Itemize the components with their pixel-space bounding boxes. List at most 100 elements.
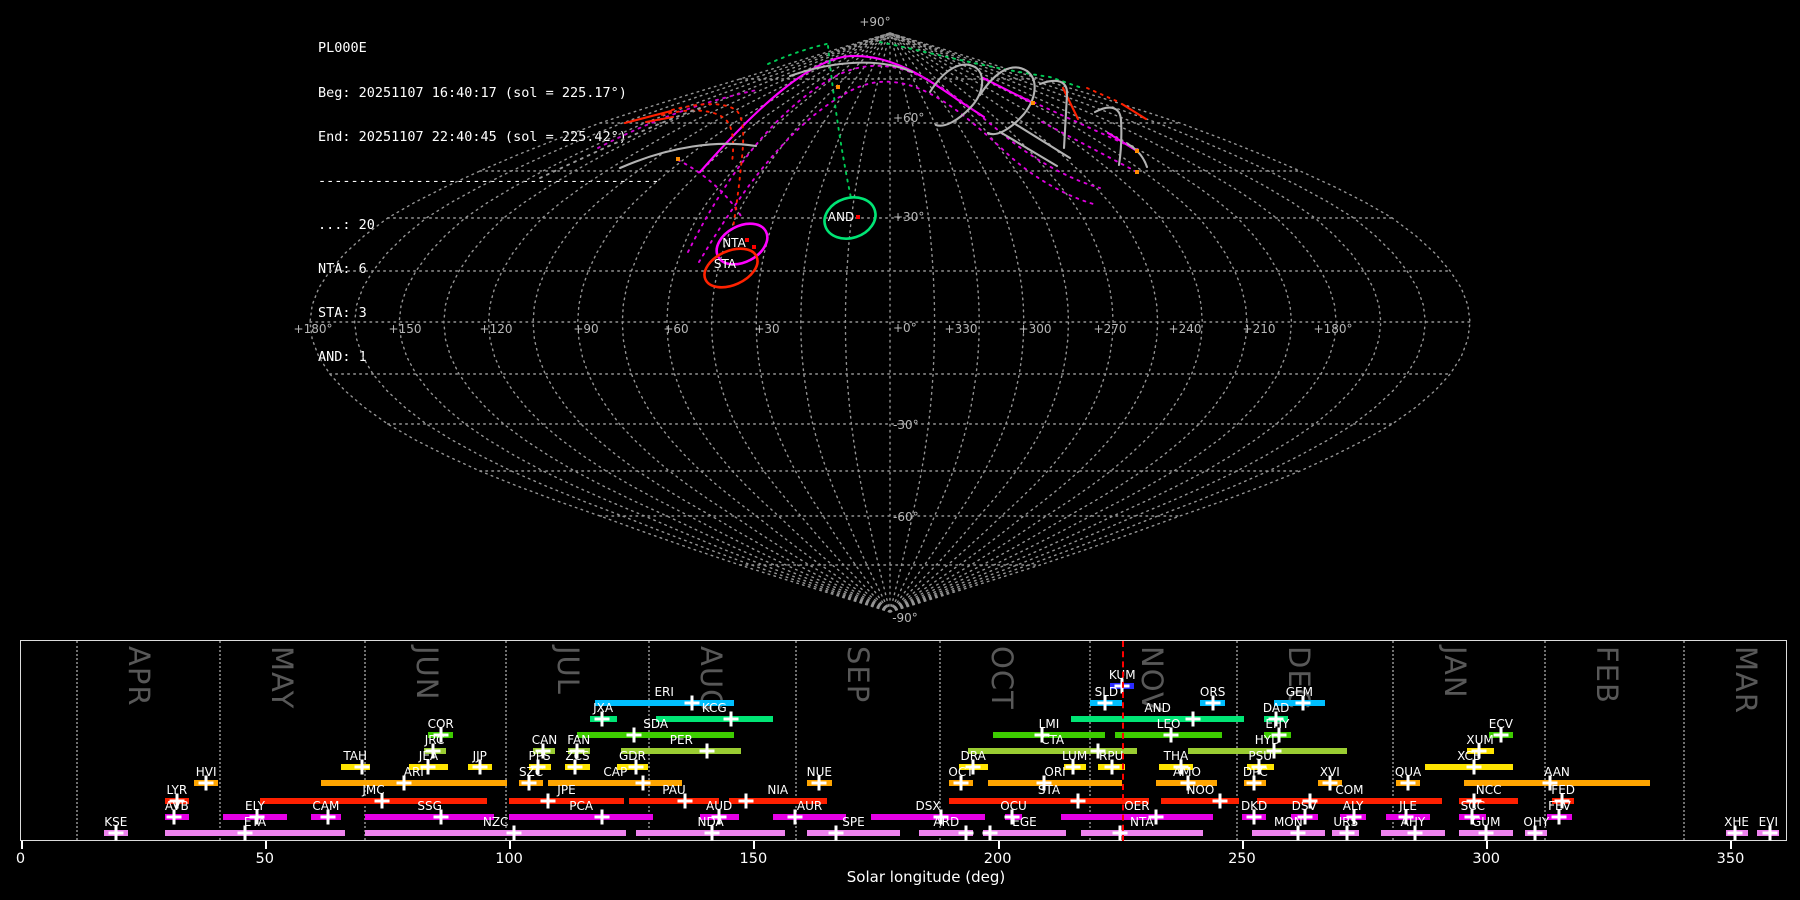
shower-label-PCA: PCA bbox=[569, 799, 594, 813]
shower-bar-SSG bbox=[364, 814, 495, 820]
drift-track bbox=[677, 159, 742, 217]
shower-peak-marker bbox=[626, 727, 642, 743]
longitude-label: +60 bbox=[663, 322, 688, 336]
latitude-label: +60° bbox=[893, 111, 924, 125]
month-gridline bbox=[75, 641, 78, 840]
longitude-label: +240 bbox=[1169, 322, 1202, 336]
axis-tick-label: 200 bbox=[983, 851, 1012, 867]
shower-label-LYR: LYR bbox=[166, 783, 188, 797]
shower-peak-marker bbox=[1185, 711, 1201, 727]
shower-peak-marker bbox=[506, 825, 522, 841]
shower-peak-marker bbox=[982, 825, 998, 841]
shower-label-LEO: LEO bbox=[1156, 717, 1181, 731]
longitude-label: +300 bbox=[1019, 322, 1052, 336]
shower-label-XCB: XCB bbox=[1457, 749, 1482, 763]
track-endpoint bbox=[836, 85, 840, 89]
shower-bar-AUR bbox=[772, 814, 847, 820]
shower-label-DPC: DPC bbox=[1242, 765, 1268, 779]
month-gridline bbox=[1392, 641, 1395, 840]
drift-track bbox=[698, 80, 1098, 263]
drift-track bbox=[767, 42, 832, 65]
shower-label-SDA: SDA bbox=[643, 717, 669, 731]
month-gridline bbox=[1544, 641, 1547, 840]
shower-peak-marker bbox=[594, 809, 610, 825]
shower-label-NZC: NZC bbox=[482, 815, 509, 829]
shower-label-JRC: JRC bbox=[424, 733, 445, 747]
axis-tick bbox=[264, 841, 267, 849]
longitude-label: +150 bbox=[389, 322, 422, 336]
shower-label-NTA: NTA bbox=[1129, 815, 1154, 829]
shower-label-JEA: JEA bbox=[418, 749, 439, 763]
shower-label-FED: FED bbox=[1551, 783, 1576, 797]
shower-label-PER: PER bbox=[669, 733, 693, 747]
shower-label-XVI: XVI bbox=[1319, 765, 1340, 779]
map-meridian bbox=[576, 32, 891, 613]
shower-bar-ARI bbox=[320, 780, 507, 786]
shower-label-ORS: ORS bbox=[1199, 685, 1226, 699]
shower-label-DAD: DAD bbox=[1262, 701, 1290, 715]
longitude-label: +180° bbox=[294, 322, 333, 336]
shower-label-NIA: NIA bbox=[767, 783, 789, 797]
shower-label-ECV: ECV bbox=[1488, 717, 1513, 731]
shower-peak-marker bbox=[1070, 793, 1086, 809]
shower-label-SCC: SCC bbox=[1460, 799, 1485, 813]
month-label: JUL bbox=[550, 646, 585, 695]
shower-label-KSE: KSE bbox=[104, 815, 128, 829]
shower-label-XHE: XHE bbox=[1724, 815, 1750, 829]
shower-label-MON: MON bbox=[1273, 815, 1303, 829]
shower-label-CAN: CAN bbox=[531, 733, 558, 747]
shower-label-LUM: LUM bbox=[1061, 749, 1088, 763]
shower-peak-marker bbox=[540, 793, 556, 809]
axis-tick-label: 250 bbox=[1228, 851, 1256, 867]
current-sol-line bbox=[1121, 641, 1124, 841]
shower-peak-marker bbox=[635, 775, 651, 791]
longitude-label: +180° bbox=[1314, 322, 1353, 336]
shower-label-AND: AND bbox=[1144, 701, 1171, 715]
shower-label-JMC: JMC bbox=[362, 783, 385, 797]
drift-track bbox=[998, 130, 1059, 168]
shower-bar-JPE bbox=[509, 798, 624, 804]
shower-label-KCG: KCG bbox=[701, 701, 727, 715]
axis-tick-label: 300 bbox=[1472, 851, 1501, 867]
shower-label-COM: COM bbox=[1335, 783, 1364, 797]
month-label: SEP bbox=[841, 646, 876, 704]
shower-label-DRA: DRA bbox=[960, 749, 986, 763]
longitude-label: +270 bbox=[1094, 322, 1127, 336]
axis-tick-label: 150 bbox=[739, 851, 768, 867]
shower-peak-marker bbox=[699, 743, 715, 759]
shower-bar-DSX bbox=[870, 814, 986, 820]
shower-label-RPU: RPU bbox=[1099, 749, 1124, 763]
shower-bar-PCA bbox=[509, 814, 654, 820]
axis-tick bbox=[1730, 841, 1733, 849]
axis-tick bbox=[1486, 841, 1489, 849]
month-gridline bbox=[1682, 641, 1685, 840]
longitude-label: +210 bbox=[1243, 322, 1276, 336]
shower-peak-marker bbox=[684, 695, 700, 711]
month-label: MAY bbox=[264, 646, 299, 710]
shower-label-DKD: DKD bbox=[1240, 799, 1268, 813]
shower-bar-ETA bbox=[164, 830, 346, 836]
shower-bar-NTA bbox=[1080, 830, 1203, 836]
month-gridline bbox=[363, 641, 366, 840]
drift-track bbox=[1010, 120, 1072, 160]
shower-peak-marker bbox=[738, 793, 754, 809]
shower-label-EGE: EGE bbox=[1012, 815, 1037, 829]
shower-label-SPE: SPE bbox=[842, 815, 865, 829]
shower-label-AVB: AVB bbox=[164, 799, 189, 813]
shower-label-DSX: DSX bbox=[915, 799, 941, 813]
axis-tick bbox=[509, 841, 512, 849]
shower-peak-marker bbox=[958, 825, 974, 841]
shower-label-QUA: QUA bbox=[1394, 765, 1422, 779]
shower-label-ERI: ERI bbox=[654, 685, 674, 699]
pole-label-north: +90° bbox=[859, 15, 890, 29]
month-gridline bbox=[1236, 641, 1239, 840]
shower-bar-SDA bbox=[577, 732, 734, 738]
shower-label-OHY: OHY bbox=[1523, 815, 1550, 829]
month-gridline bbox=[218, 641, 221, 840]
shower-label-URS: URS bbox=[1333, 815, 1359, 829]
radiant-point bbox=[745, 238, 749, 242]
latitude-label: -30° bbox=[893, 418, 919, 432]
month-label: APR bbox=[121, 646, 156, 707]
shower-label-HYD: HYD bbox=[1254, 733, 1281, 747]
shower-label-SLD: SLD bbox=[1094, 685, 1119, 699]
